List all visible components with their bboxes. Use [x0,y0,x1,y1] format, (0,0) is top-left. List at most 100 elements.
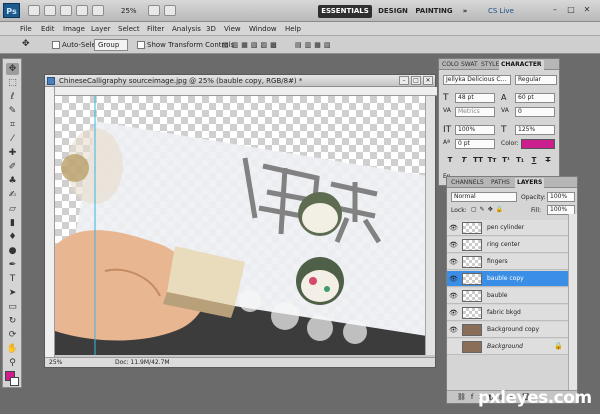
hand-tool-icon[interactable]: ✋ [6,343,19,355]
eye-icon[interactable]: 👁 [449,241,458,249]
clone-stamp-tool-icon[interactable]: ♣ [6,175,19,187]
menu-window[interactable]: Window [249,25,277,33]
hand-tool-button[interactable] [92,5,104,16]
underline-button[interactable]: T [529,155,539,165]
layer-row-bauble[interactable]: 👁 bauble [447,288,569,304]
eye-icon[interactable]: 👁 [449,292,458,300]
workspace-essentials[interactable]: ESSENTIALS [318,5,372,18]
menu-layer[interactable]: Layer [91,25,111,33]
tab-paths[interactable]: PATHS [489,178,512,188]
eye-icon[interactable]: 👁 [449,275,458,283]
menu-file[interactable]: File [20,25,32,33]
vertical-scale-field[interactable]: 100% [455,125,495,135]
layer-row-fabric-bkgd[interactable]: 👁 fabric bkgd [447,305,569,321]
blend-mode-dropdown[interactable]: Normal [451,192,517,202]
move-tool-preset-icon[interactable]: ✥ [22,39,30,49]
horizontal-ruler[interactable] [55,87,437,96]
maximize-button[interactable]: □ [566,5,576,15]
layer-row-pen-cylinder[interactable]: 👁 pen cylinder [447,220,569,236]
eyedropper-tool-icon[interactable]: ⁄ [6,133,19,145]
zoom-tool-icon[interactable]: ⚲ [6,357,19,369]
cs-live-button[interactable]: CS Live [488,7,514,15]
vertical-ruler[interactable] [45,87,55,359]
menu-select[interactable]: Select [118,25,140,33]
brush-tool-icon[interactable]: ✐ [6,161,19,173]
menu-filter[interactable]: Filter [147,25,164,33]
image-canvas[interactable] [55,96,427,355]
font-family-dropdown[interactable]: Jellyka Delicious C... [443,75,511,85]
menu-analysis[interactable]: Analysis [172,25,201,33]
quick-select-tool-icon[interactable]: ✎ [6,105,19,117]
tab-styles[interactable]: STYLE [479,60,501,70]
baseline-shift-field[interactable]: 0 pt [455,139,495,149]
workspace-painting[interactable]: PAINTING [414,5,454,18]
kerning-field[interactable]: Metrics [455,107,495,117]
eraser-tool-icon[interactable]: ▱ [6,203,19,215]
tab-channels[interactable]: CHANNELS [449,178,486,188]
doc-minimize-button[interactable]: – [399,76,409,85]
strikethrough-button[interactable]: T [543,155,553,165]
distribute-buttons-group[interactable]: ▤▥▦▧ [295,41,333,49]
healing-brush-tool-icon[interactable]: ✚ [6,147,19,159]
crop-tool-icon[interactable]: ⌗ [6,119,19,131]
visibility-toggle-empty[interactable] [449,343,458,351]
marquee-tool-icon[interactable]: ⬚ [6,77,19,89]
dodge-tool-icon[interactable]: ● [6,245,19,257]
menu-image[interactable]: Image [63,25,85,33]
3d-camera-tool-icon[interactable]: ⟳ [6,329,19,341]
gradient-tool-icon[interactable]: ▮ [6,217,19,229]
screen-mode-button[interactable] [164,5,176,16]
path-select-tool-icon[interactable]: ➤ [6,287,19,299]
subscript-button[interactable]: T₁ [515,155,525,165]
eye-icon[interactable]: 👁 [449,309,458,317]
app-zoom-level[interactable]: 25% [121,7,137,15]
layer-row-background-copy[interactable]: 👁 Background copy [447,322,569,338]
eye-icon[interactable]: 👁 [449,224,458,232]
doc-close-button[interactable]: ✕ [423,76,433,85]
faux-italic-button[interactable]: T [459,155,469,165]
lasso-tool-icon[interactable]: ℓ [6,91,19,103]
layers-scrollbar[interactable] [568,214,577,390]
more-workspaces-chevron-icon[interactable]: » [458,5,472,18]
bridge-button[interactable] [28,5,40,16]
lock-buttons-group[interactable]: ▢✎✥🔒 [471,206,506,213]
background-color-swatch[interactable] [10,377,19,386]
blur-tool-icon[interactable]: ♦ [6,231,19,243]
font-style-dropdown[interactable]: Regular [515,75,557,85]
shape-tool-icon[interactable]: ▭ [6,301,19,313]
all-caps-button[interactable]: TT [473,155,483,165]
show-transform-checkbox[interactable] [137,41,145,49]
guides-button[interactable] [60,5,72,16]
eye-icon[interactable]: 👁 [449,258,458,266]
arrange-docs-button[interactable] [148,5,160,16]
menu-3d[interactable]: 3D [206,25,216,33]
history-brush-tool-icon[interactable]: ✍ [6,189,19,201]
doc-maximize-button[interactable]: □ [411,76,421,85]
tab-layers[interactable]: LAYERS [515,178,545,188]
tab-swatches[interactable]: SWAT [459,60,480,70]
eye-icon[interactable]: 👁 [449,326,458,334]
tab-character[interactable]: CHARACTER [499,60,544,70]
document-title-bar[interactable]: ChineseCalligraphy sourceimage.jpg @ 25%… [45,75,435,87]
layer-row-background[interactable]: Background 🔒 [447,339,569,355]
workspace-design[interactable]: DESIGN [376,5,410,18]
tab-color[interactable]: COLO [440,60,461,70]
close-window-button[interactable]: ✕ [582,5,592,15]
auto-select-dropdown[interactable]: Group [94,39,128,51]
font-size-field[interactable]: 48 pt [455,93,495,103]
mini-bridge-button[interactable] [44,5,56,16]
menu-view[interactable]: View [224,25,241,33]
auto-select-checkbox[interactable] [52,41,60,49]
faux-bold-button[interactable]: T [445,155,455,165]
tracking-field[interactable]: 0 [515,107,555,117]
minimize-button[interactable]: – [550,5,560,15]
menu-help[interactable]: Help [285,25,301,33]
document-size-info[interactable]: Doc: 11.9M/42.7M [115,359,170,366]
horizontal-scale-field[interactable]: 125% [515,125,555,135]
align-buttons-group[interactable]: ▤▥▦▧▨▩ [222,41,280,49]
3d-rotate-tool-icon[interactable]: ↻ [6,315,19,327]
pen-tool-icon[interactable]: ✒ [6,259,19,271]
opacity-field[interactable]: 100% [547,192,575,202]
leading-field[interactable]: 60 pt [515,93,555,103]
layer-row-fingers[interactable]: 👁 fingers [447,254,569,270]
